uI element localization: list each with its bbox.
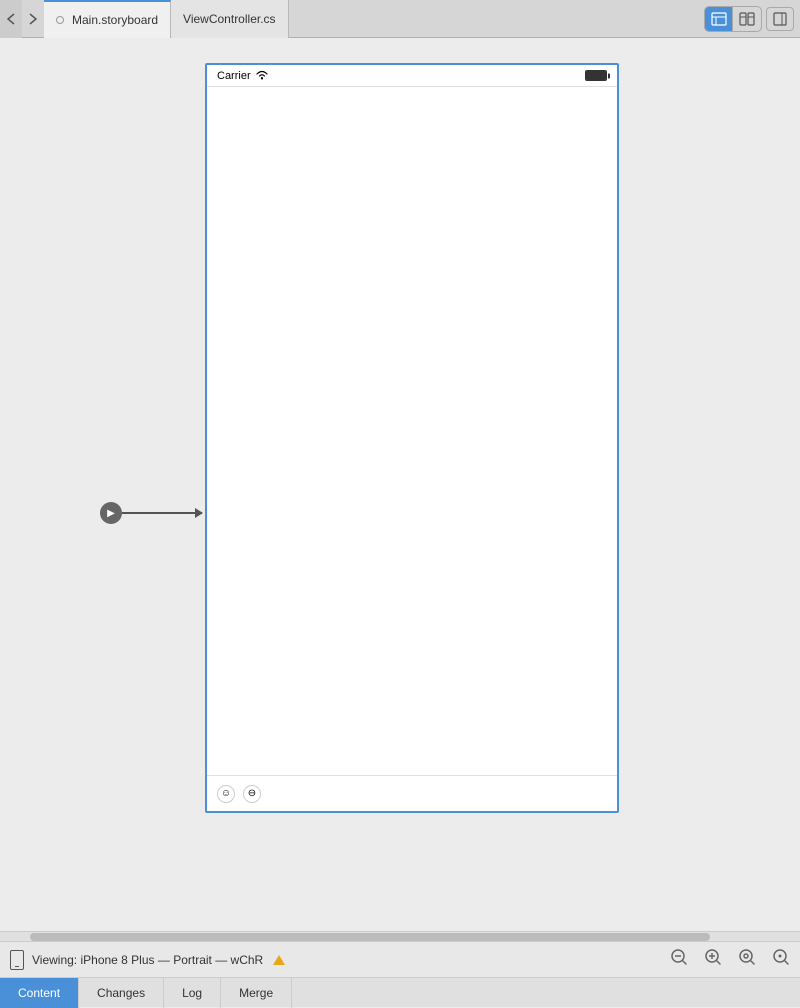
minus-circle-icon[interactable]: ⊖ <box>243 785 261 803</box>
tab-log[interactable]: Log <box>164 978 221 1008</box>
tab-dot <box>56 16 64 24</box>
iphone-frame[interactable]: Carrier ☺ ⊖ <box>205 63 619 813</box>
horizontal-scrollbar[interactable] <box>0 931 800 941</box>
bottom-tab-bar: Content Changes Log Merge <box>0 977 800 1007</box>
zoom-custom-button[interactable] <box>772 948 790 971</box>
viewing-info: Viewing: iPhone 8 Plus — Portrait — wChR <box>10 950 285 970</box>
zoom-in-button[interactable] <box>704 948 722 971</box>
scrollbar-thumb[interactable] <box>30 933 710 941</box>
standard-editor-button[interactable] <box>705 7 733 31</box>
device-icon <box>10 950 24 970</box>
toolbar-right <box>698 6 800 32</box>
nav-forward-button[interactable] <box>22 0 44 38</box>
tab-merge[interactable]: Merge <box>221 978 292 1008</box>
carrier-info: Carrier <box>217 69 269 83</box>
smiley-icon[interactable]: ☺ <box>217 785 235 803</box>
status-bar: Viewing: iPhone 8 Plus — Portrait — wChR <box>0 941 800 977</box>
view-toggle-group <box>704 6 762 32</box>
iphone-bottom-bar: ☺ ⊖ <box>207 775 617 811</box>
tab-viewcontroller[interactable]: ViewController.cs <box>171 0 288 38</box>
tab-label: Main.storyboard <box>72 13 158 27</box>
zoom-out-button[interactable] <box>670 948 688 971</box>
wifi-icon <box>255 69 269 83</box>
entry-arrow: ▶ <box>100 502 202 524</box>
assistant-editor-button[interactable] <box>733 7 761 31</box>
tab-content[interactable]: Content <box>0 978 79 1008</box>
carrier-label: Carrier <box>217 70 251 82</box>
zoom-fit-button[interactable] <box>738 948 756 971</box>
zoom-controls <box>670 948 790 971</box>
battery-icon <box>585 70 607 81</box>
nav-back-button[interactable] <box>0 0 22 38</box>
iphone-status-bar: Carrier <box>207 65 617 87</box>
viewing-label: Viewing: iPhone 8 Plus — Portrait — wChR <box>32 953 263 967</box>
tab-bar: Main.storyboard ViewController.cs <box>0 0 800 38</box>
iphone-content <box>207 87 617 775</box>
canvas-area[interactable]: ▶ Carrier <box>0 38 800 931</box>
entry-point-icon: ▶ <box>100 502 122 524</box>
inspector-button[interactable] <box>766 7 794 31</box>
tab-changes[interactable]: Changes <box>79 978 164 1008</box>
tab-main-storyboard[interactable]: Main.storyboard <box>44 0 171 38</box>
tab-label: ViewController.cs <box>183 12 275 26</box>
warning-triangle <box>273 955 285 965</box>
entry-arrow-line <box>122 512 202 514</box>
